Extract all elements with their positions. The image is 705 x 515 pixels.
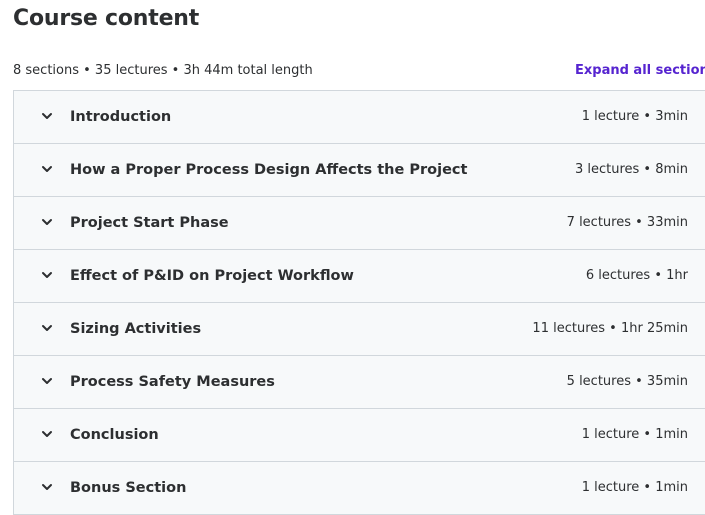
chevron-down-icon xyxy=(42,378,52,384)
section-bonus[interactable]: Bonus Section 1 lecture • 1min xyxy=(14,462,705,515)
section-title: Process Safety Measures xyxy=(70,374,275,390)
section-meta: 7 lectures • 33min xyxy=(566,215,688,230)
section-title: Sizing Activities xyxy=(70,321,202,337)
chevron-down-icon xyxy=(42,431,52,437)
course-summary-row: 8 sections • 35 lectures • 3h 44m total … xyxy=(13,60,705,80)
section-title: Project Start Phase xyxy=(70,215,229,231)
section-process-safety[interactable]: Process Safety Measures 5 lectures • 35m… xyxy=(14,356,705,409)
chevron-down-icon xyxy=(42,166,52,172)
expand-all-sections-button[interactable]: Expand all sections xyxy=(575,63,705,78)
section-conclusion[interactable]: Conclusion 1 lecture • 1min xyxy=(14,409,705,462)
section-title: Bonus Section xyxy=(70,480,187,496)
course-sections-list: Introduction 1 lecture • 3min How a Prop… xyxy=(13,90,705,515)
chevron-down-icon xyxy=(42,219,52,225)
section-meta: 5 lectures • 35min xyxy=(566,374,688,389)
section-meta: 1 lecture • 1min xyxy=(581,480,688,495)
section-meta: 1 lecture • 3min xyxy=(581,109,688,124)
chevron-down-icon xyxy=(42,113,52,119)
section-meta: 1 lecture • 1min xyxy=(581,427,688,442)
section-project-start-phase[interactable]: Project Start Phase 7 lectures • 33min xyxy=(14,197,705,250)
page-title: Course content xyxy=(13,6,200,31)
section-title: Conclusion xyxy=(70,427,159,443)
chevron-down-icon xyxy=(42,325,52,331)
section-title: How a Proper Process Design Affects the … xyxy=(70,162,468,178)
section-meta: 6 lectures • 1hr xyxy=(585,268,688,283)
section-title: Effect of P&ID on Project Workflow xyxy=(70,268,354,284)
section-meta: 11 lectures • 1hr 25min xyxy=(532,321,688,336)
section-meta: 3 lectures • 8min xyxy=(574,162,688,177)
section-pid-workflow[interactable]: Effect of P&ID on Project Workflow 6 lec… xyxy=(14,250,705,303)
course-summary: 8 sections • 35 lectures • 3h 44m total … xyxy=(13,62,313,78)
section-title: Introduction xyxy=(70,109,172,125)
section-process-design[interactable]: How a Proper Process Design Affects the … xyxy=(14,144,705,197)
chevron-down-icon xyxy=(42,272,52,278)
section-sizing-activities[interactable]: Sizing Activities 11 lectures • 1hr 25mi… xyxy=(14,303,705,356)
chevron-down-icon xyxy=(42,484,52,490)
section-introduction[interactable]: Introduction 1 lecture • 3min xyxy=(14,91,705,144)
